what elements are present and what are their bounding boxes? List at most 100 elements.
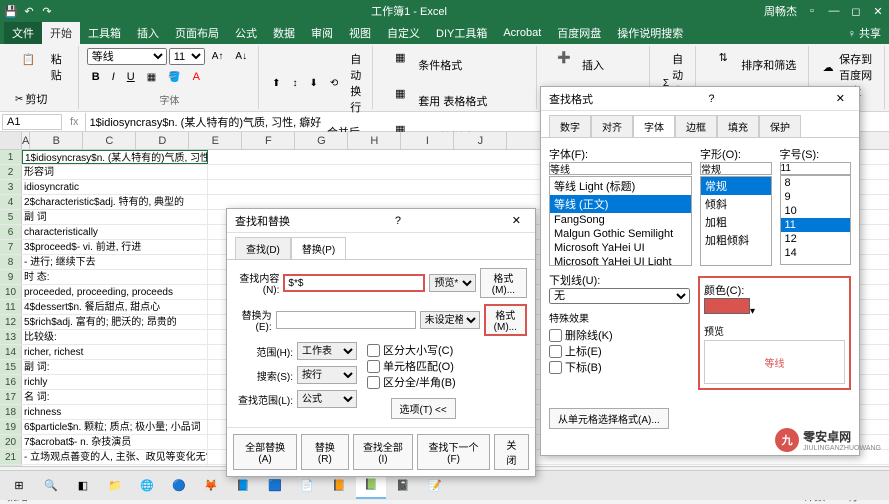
color-picker[interactable]: [704, 298, 750, 314]
redo-icon[interactable]: ↷: [40, 4, 54, 18]
tab-layout[interactable]: 页面布局: [167, 22, 227, 44]
maximize-icon[interactable]: ◻: [849, 4, 863, 18]
font-name-input[interactable]: [549, 162, 692, 175]
col-header-i[interactable]: I: [401, 132, 454, 149]
replace-with-input[interactable]: [276, 311, 416, 329]
select-all-corner[interactable]: [0, 132, 22, 149]
start-button[interactable]: ⊞: [4, 473, 34, 499]
align-bottom-button[interactable]: ⬇: [304, 48, 322, 118]
style-listbox[interactable]: 常规倾斜加粗加粗倾斜: [700, 176, 772, 266]
cell[interactable]: 4$dessert$n. 餐后甜点, 甜点心: [22, 300, 208, 314]
find-next-button[interactable]: 查找下一个(F): [417, 434, 489, 470]
cell[interactable]: 比较级:: [22, 330, 208, 344]
options-button[interactable]: 选项(T) <<: [391, 398, 456, 419]
match-width-checkbox[interactable]: [367, 376, 380, 389]
increase-font-button[interactable]: A↑: [207, 48, 229, 65]
tab-file[interactable]: 文件: [4, 22, 42, 44]
cell[interactable]: 名 词:: [22, 390, 208, 404]
row-header[interactable]: 7: [0, 240, 22, 254]
cell[interactable]: 3$proceed$- vi. 前进, 行进: [22, 240, 208, 254]
close-button[interactable]: 关闭: [494, 434, 529, 470]
name-box[interactable]: [2, 114, 62, 130]
row-header[interactable]: 20: [0, 435, 22, 449]
find-preview-select[interactable]: 预览*: [429, 274, 475, 292]
fmt-tab-border[interactable]: 边框: [675, 115, 717, 137]
tab-data[interactable]: 数据: [265, 22, 303, 44]
cell[interactable]: 形容词: [22, 165, 208, 179]
chrome-button[interactable]: 🔵: [164, 473, 194, 499]
tab-diy[interactable]: DIY工具箱: [428, 22, 495, 44]
firefox-button[interactable]: 🦊: [196, 473, 226, 499]
font-name-select[interactable]: 等线: [87, 48, 167, 65]
row-header[interactable]: 21: [0, 450, 22, 464]
strike-checkbox[interactable]: [549, 329, 562, 342]
lookin-select[interactable]: 公式: [297, 390, 357, 408]
fmt-tab-fill[interactable]: 填充: [717, 115, 759, 137]
cell[interactable]: idiosyncratic: [22, 180, 208, 194]
find-format-button[interactable]: 格式(M)...: [480, 268, 527, 298]
col-header-c[interactable]: C: [83, 132, 136, 149]
cell[interactable]: - 进行; 继续下去: [22, 255, 208, 269]
row-header[interactable]: 16: [0, 375, 22, 389]
fx-icon[interactable]: fx: [64, 116, 85, 128]
tab-review[interactable]: 审阅: [303, 22, 341, 44]
col-header-f[interactable]: F: [242, 132, 295, 149]
search-button[interactable]: 🔍: [36, 473, 66, 499]
row-header[interactable]: 1: [0, 150, 22, 164]
tab-custom[interactable]: 自定义: [379, 22, 428, 44]
tab-acrobat[interactable]: Acrobat: [495, 24, 549, 42]
replace-noformat-select[interactable]: 未设定格式: [420, 311, 480, 329]
cell[interactable]: 副 词: [22, 210, 208, 224]
share-button[interactable]: ♀ 共享: [840, 22, 889, 44]
subscript-checkbox[interactable]: [549, 361, 562, 374]
font-color-button[interactable]: A: [188, 68, 205, 86]
sort-filter-button[interactable]: ⇅排序和筛选: [704, 48, 801, 82]
font-size-select[interactable]: 11: [169, 48, 205, 65]
replace-format-button[interactable]: 格式(M)...: [484, 304, 527, 336]
col-header-j[interactable]: J: [454, 132, 507, 149]
cell[interactable]: 1$idiosyncrasy$n. (某人特有的)气质, 习性, 癖好: [22, 150, 208, 164]
row-header[interactable]: 4: [0, 195, 22, 209]
cell[interactable]: richer, richest: [22, 345, 208, 359]
col-header-g[interactable]: G: [295, 132, 348, 149]
border-button[interactable]: ▦: [142, 68, 161, 86]
tab-insert[interactable]: 插入: [129, 22, 167, 44]
cell[interactable]: proceeded, proceeding, proceeds: [22, 285, 208, 299]
cut-button[interactable]: ✂ 剪切: [10, 88, 68, 110]
undo-icon[interactable]: ↶: [22, 4, 36, 18]
tab-view[interactable]: 视图: [341, 22, 379, 44]
tab-tellme[interactable]: 操作说明搜索: [609, 22, 691, 44]
find-dialog-close-icon[interactable]: ✕: [506, 214, 527, 227]
cell[interactable]: 6$particle$n. 颗粒; 质点; 极小量; 小品词: [22, 420, 208, 434]
replace-tab[interactable]: 替换(P): [291, 237, 346, 259]
wrap-text-button[interactable]: 自动换行: [345, 48, 366, 118]
font-style-input[interactable]: [700, 162, 772, 175]
edge-button[interactable]: 🌐: [132, 473, 162, 499]
size-listbox[interactable]: 8910111214: [780, 175, 852, 265]
row-header[interactable]: 17: [0, 390, 22, 404]
row-header[interactable]: 11: [0, 300, 22, 314]
cell[interactable]: 形容词:: [22, 465, 208, 466]
cell[interactable]: 时 态:: [22, 270, 208, 284]
tab-formulas[interactable]: 公式: [227, 22, 265, 44]
replace-all-button[interactable]: 全部替换(A): [233, 434, 297, 470]
minimize-icon[interactable]: —: [827, 4, 841, 18]
superscript-checkbox[interactable]: [549, 345, 562, 358]
insert-cells-button[interactable]: ➕插入: [545, 48, 609, 82]
col-header-b[interactable]: B: [30, 132, 83, 149]
font-size-input[interactable]: [780, 162, 852, 175]
decrease-font-button[interactable]: A↓: [230, 48, 252, 65]
find-all-button[interactable]: 查找全部(I): [353, 434, 414, 470]
col-header-e[interactable]: E: [189, 132, 242, 149]
within-select[interactable]: 工作表: [297, 342, 357, 360]
row-header[interactable]: 2: [0, 165, 22, 179]
orientation-button[interactable]: ⟲: [325, 48, 343, 118]
cell[interactable]: 2$characteristic$adj. 特有的, 典型的: [22, 195, 208, 209]
fmt-tab-align[interactable]: 对齐: [591, 115, 633, 137]
col-header-h[interactable]: H: [348, 132, 401, 149]
fill-color-button[interactable]: 🪣: [163, 68, 185, 86]
bold-button[interactable]: B: [87, 68, 105, 86]
align-top-button[interactable]: ⬆: [267, 48, 285, 118]
row-header[interactable]: 9: [0, 270, 22, 284]
match-case-checkbox[interactable]: [367, 344, 380, 357]
